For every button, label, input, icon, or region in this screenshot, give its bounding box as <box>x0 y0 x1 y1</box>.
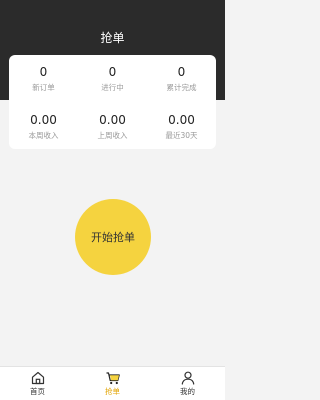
user-icon <box>180 370 196 386</box>
start-grab-label: 开始抢单 <box>91 231 135 244</box>
stat-value: 0.00 <box>99 113 126 127</box>
stat-label: 进行中 <box>101 83 124 92</box>
page-title: 抢单 <box>100 31 125 45</box>
stat-new-orders[interactable]: 0 新订单 <box>9 65 78 93</box>
stat-value: 0 <box>108 65 117 79</box>
tab-label: 首页 <box>30 387 45 396</box>
stat-value: 0.00 <box>168 113 195 127</box>
tab-mine[interactable]: 我的 <box>150 367 225 400</box>
stat-completed[interactable]: 0 累计完成 <box>147 65 216 93</box>
tab-label: 我的 <box>180 387 195 396</box>
tab-label: 抢单 <box>105 387 120 396</box>
home-icon <box>30 370 46 386</box>
stat-label: 新订单 <box>32 83 55 92</box>
cart-icon <box>105 370 121 386</box>
stat-label: 最近30天 <box>165 131 198 140</box>
tab-bar: 首页 抢单 我的 <box>0 366 225 400</box>
stat-value: 0.00 <box>30 113 57 127</box>
start-grab-button[interactable]: 开始抢单 <box>75 199 151 275</box>
stat-label: 本周收入 <box>28 131 59 140</box>
stat-value: 0 <box>39 65 48 79</box>
stat-last-30-days[interactable]: 0.00 最近30天 <box>147 113 216 141</box>
stat-label: 上周收入 <box>97 131 128 140</box>
stat-in-progress[interactable]: 0 进行中 <box>78 65 147 93</box>
tab-home[interactable]: 首页 <box>0 367 75 400</box>
stat-value: 0 <box>177 65 186 79</box>
tab-grab[interactable]: 抢单 <box>75 367 150 400</box>
stat-last-week-income[interactable]: 0.00 上周收入 <box>78 113 147 141</box>
stat-this-week-income[interactable]: 0.00 本周收入 <box>9 113 78 141</box>
stat-label: 累计完成 <box>166 83 197 92</box>
stats-card: 0 新订单 0 进行中 0 累计完成 0.00 本周收入 0.00 上周收入 0… <box>9 55 216 149</box>
